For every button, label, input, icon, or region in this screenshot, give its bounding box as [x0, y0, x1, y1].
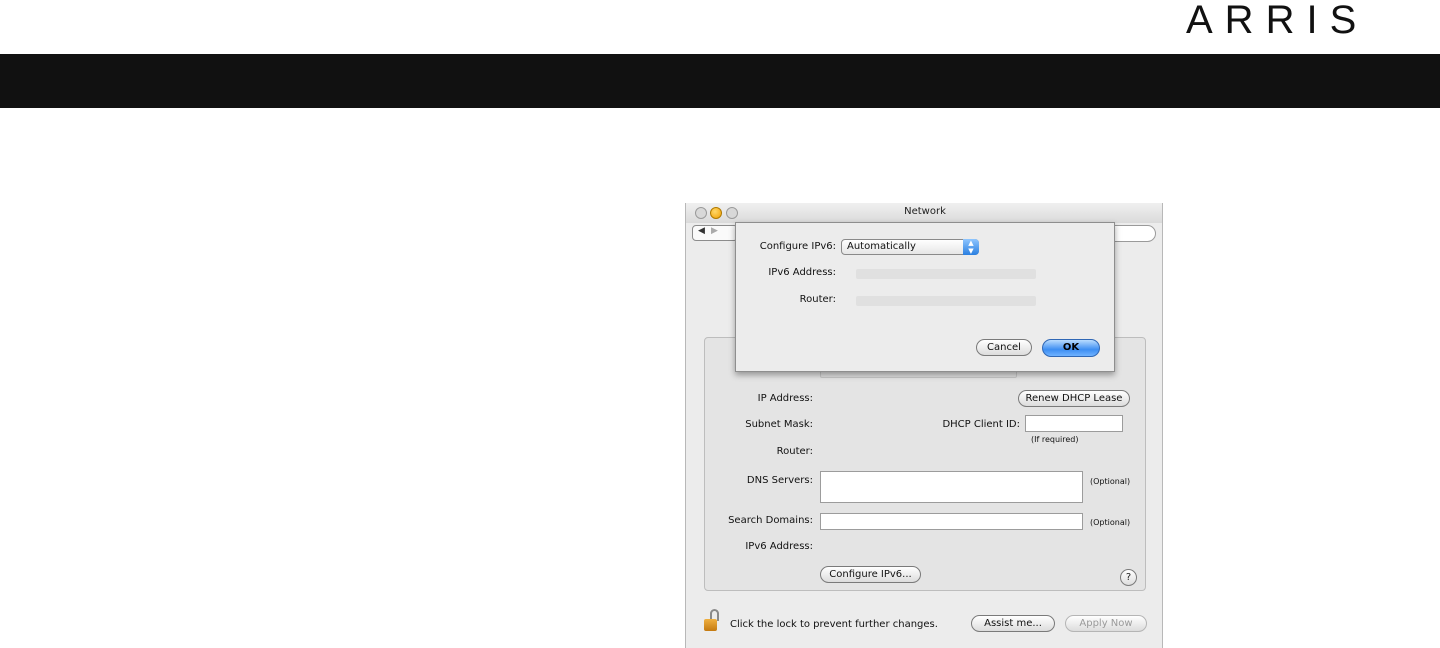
configure-ipv6-button[interactable]: Configure IPv6...: [820, 566, 921, 583]
back-forward-buttons[interactable]: ◀ ▶: [692, 225, 738, 241]
ip-address-label: IP Address:: [757, 393, 813, 404]
ok-button[interactable]: OK: [1042, 339, 1100, 357]
assist-me-button[interactable]: Assist me...: [971, 615, 1055, 632]
window-titlebar: Network: [686, 203, 1162, 223]
router-label: Router:: [776, 446, 813, 457]
configure-ipv6-popup[interactable]: Automatically ▲ ▼: [841, 239, 979, 255]
dns-servers-label: DNS Servers:: [746, 475, 813, 486]
sheet-ipv6-address-label: IPv6 Address:: [768, 267, 836, 278]
window-title: Network: [904, 206, 946, 217]
configure-ipv6-sheet: Configure IPv6: Automatically ▲ ▼ IPv6 Ad…: [735, 222, 1115, 372]
arris-logo: ARRIS: [1186, 0, 1369, 42]
renew-dhcp-lease-button[interactable]: Renew DHCP Lease: [1018, 390, 1130, 407]
sheet-router-label: Router:: [799, 294, 836, 305]
search-domains-label: Search Domains:: [728, 515, 813, 526]
if-required-note: (If required): [1031, 435, 1079, 444]
help-icon[interactable]: ?: [1120, 569, 1137, 586]
dhcp-client-id-field[interactable]: [1025, 415, 1123, 432]
dns-optional-note: (Optional): [1090, 477, 1131, 486]
lock-message: Click the lock to prevent further change…: [730, 619, 938, 630]
tcpip-panel: IP Address: Renew DHCP Lease Subnet Mask…: [704, 337, 1146, 591]
cancel-button[interactable]: Cancel: [976, 339, 1032, 356]
sheet-configure-ipv6-label: Configure IPv6:: [759, 241, 836, 252]
header-bar: [0, 54, 1440, 108]
search-domains-field[interactable]: [820, 513, 1083, 530]
configure-ipv6-selected: Automatically: [847, 241, 916, 252]
subnet-mask-label: Subnet Mask:: [745, 419, 813, 430]
dhcp-client-id-label: DHCP Client ID:: [942, 419, 1020, 430]
ipv6-address-label: IPv6 Address:: [745, 541, 813, 552]
apply-now-button[interactable]: Apply Now: [1065, 615, 1147, 632]
ipv6-address-value: [856, 269, 1036, 279]
search-domains-optional-note: (Optional): [1090, 518, 1131, 527]
lock-icon[interactable]: [704, 609, 722, 631]
forward-arrow-icon[interactable]: ▶: [711, 226, 718, 236]
popup-arrows-icon: ▲ ▼: [963, 239, 979, 255]
dns-servers-field[interactable]: [820, 471, 1083, 503]
lock-body: [704, 619, 717, 631]
sheet-router-value: [856, 296, 1036, 306]
back-arrow-icon[interactable]: ◀: [698, 226, 705, 236]
